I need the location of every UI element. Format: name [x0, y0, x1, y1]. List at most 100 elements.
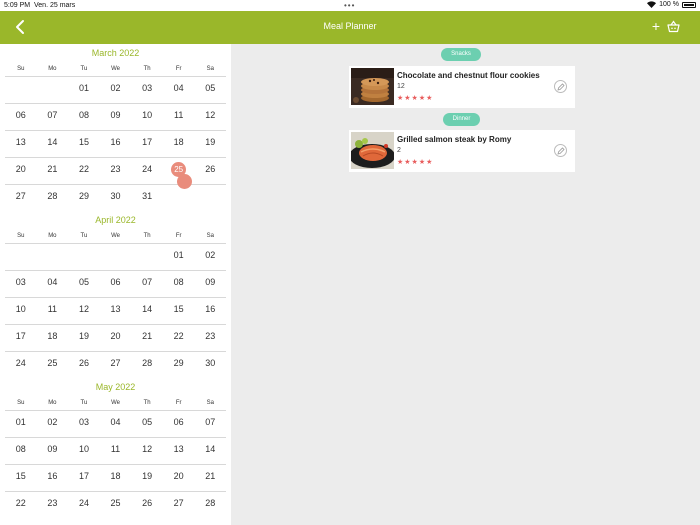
calendar-day[interactable]: 03: [5, 271, 37, 297]
calendar-day[interactable]: 05: [68, 271, 100, 297]
calendar-day[interactable]: 24: [5, 352, 37, 378]
month-title: March 2022: [91, 48, 140, 58]
calendar-day[interactable]: 09: [100, 104, 132, 130]
calendar-day[interactable]: 27: [5, 185, 37, 211]
calendar-day[interactable]: 07: [194, 411, 226, 437]
shopping-basket-icon[interactable]: [667, 20, 680, 33]
calendar-day[interactable]: 03: [131, 77, 163, 103]
calendar-day[interactable]: 28: [131, 352, 163, 378]
calendar-day[interactable]: 26: [68, 352, 100, 378]
calendar-day[interactable]: 04: [37, 271, 69, 297]
calendar-day[interactable]: 12: [131, 438, 163, 464]
edit-pencil-icon[interactable]: [554, 144, 567, 157]
multitasking-dots-icon[interactable]: •••: [344, 1, 355, 10]
calendar-day[interactable]: 20: [100, 325, 132, 351]
calendar-day[interactable]: 14: [194, 438, 226, 464]
calendar-day[interactable]: 29: [68, 185, 100, 211]
calendar-day[interactable]: 11: [100, 438, 132, 464]
calendar-day[interactable]: 17: [131, 131, 163, 157]
calendar-day[interactable]: 14: [131, 298, 163, 324]
calendar-day[interactable]: 04: [100, 411, 132, 437]
calendar-day[interactable]: 30: [100, 185, 132, 211]
calendar-day-selected[interactable]: 25: [163, 158, 195, 189]
calendar-day[interactable]: 08: [163, 271, 195, 297]
edit-pencil-icon[interactable]: [554, 80, 567, 93]
add-plus-icon[interactable]: +: [650, 19, 662, 33]
calendar-month: March 2022 Su Mo Tu We Th Fr Sa 01 02 03 04 05 06 07 08…: [0, 44, 231, 211]
calendar-day[interactable]: 16: [100, 131, 132, 157]
calendar-day[interactable]: 26: [131, 492, 163, 518]
meal-card[interactable]: Grilled salmon steak by Romy 2 ★★★★★: [349, 130, 575, 172]
calendar-day[interactable]: 15: [5, 465, 37, 491]
calendar-day[interactable]: 23: [37, 492, 69, 518]
calendar-day[interactable]: 06: [100, 271, 132, 297]
calendar-day[interactable]: 18: [163, 131, 195, 157]
calendar-day[interactable]: 06: [163, 411, 195, 437]
calendar-day[interactable]: 16: [37, 465, 69, 491]
calendar-day[interactable]: 19: [68, 325, 100, 351]
calendar-day[interactable]: 24: [131, 158, 163, 184]
calendar-day[interactable]: 27: [163, 492, 195, 518]
calendar-week: 01 02: [5, 243, 226, 270]
calendar-day[interactable]: 31: [131, 185, 163, 211]
calendar-day[interactable]: 19: [131, 465, 163, 491]
calendar-day[interactable]: 01: [5, 411, 37, 437]
calendar-day[interactable]: 28: [37, 185, 69, 211]
calendar-day[interactable]: 21: [194, 465, 226, 491]
calendar-day[interactable]: 13: [100, 298, 132, 324]
meal-card[interactable]: Chocolate and chestnut flour cookies 12 …: [349, 66, 575, 108]
calendar-day[interactable]: 13: [163, 438, 195, 464]
calendar-day[interactable]: 25: [37, 352, 69, 378]
calendar-day[interactable]: 18: [37, 325, 69, 351]
calendar-day[interactable]: 29: [163, 352, 195, 378]
calendar-day[interactable]: 05: [194, 77, 226, 103]
calendar-day[interactable]: 11: [37, 298, 69, 324]
calendar-day[interactable]: 01: [163, 244, 195, 270]
calendar-panel[interactable]: March 2022 Su Mo Tu We Th Fr Sa 01 02 03 04 05 06 07 08…: [0, 44, 231, 525]
calendar-day[interactable]: 22: [5, 492, 37, 518]
calendar-day[interactable]: 20: [5, 158, 37, 184]
calendar-day[interactable]: 09: [194, 271, 226, 297]
calendar-day[interactable]: 04: [163, 77, 195, 103]
calendar-day[interactable]: 10: [5, 298, 37, 324]
calendar-day[interactable]: 28: [194, 492, 226, 518]
calendar-day[interactable]: 20: [163, 465, 195, 491]
calendar-day[interactable]: 02: [37, 411, 69, 437]
calendar-day[interactable]: 18: [100, 465, 132, 491]
calendar-day[interactable]: 22: [163, 325, 195, 351]
calendar-day[interactable]: 30: [194, 352, 226, 378]
calendar-day[interactable]: 27: [100, 352, 132, 378]
calendar-day[interactable]: 26: [194, 158, 226, 184]
calendar-day[interactable]: 14: [37, 131, 69, 157]
calendar-day[interactable]: 17: [5, 325, 37, 351]
calendar-day[interactable]: 06: [5, 104, 37, 130]
calendar-day[interactable]: 02: [100, 77, 132, 103]
calendar-day[interactable]: 10: [68, 438, 100, 464]
calendar-day[interactable]: 22: [68, 158, 100, 184]
calendar-day[interactable]: 09: [37, 438, 69, 464]
calendar-day[interactable]: 19: [194, 131, 226, 157]
calendar-day[interactable]: 17: [68, 465, 100, 491]
calendar-day[interactable]: 11: [163, 104, 195, 130]
calendar-day[interactable]: 13: [5, 131, 37, 157]
calendar-day[interactable]: 23: [194, 325, 226, 351]
calendar-day[interactable]: 07: [131, 271, 163, 297]
calendar-day[interactable]: 23: [100, 158, 132, 184]
calendar-day[interactable]: 08: [68, 104, 100, 130]
calendar-day[interactable]: 16: [194, 298, 226, 324]
calendar-day[interactable]: 15: [163, 298, 195, 324]
calendar-day[interactable]: 08: [5, 438, 37, 464]
calendar-day[interactable]: 07: [37, 104, 69, 130]
calendar-day[interactable]: 15: [68, 131, 100, 157]
calendar-day[interactable]: 05: [131, 411, 163, 437]
calendar-day[interactable]: 12: [194, 104, 226, 130]
calendar-day[interactable]: 10: [131, 104, 163, 130]
calendar-day[interactable]: 21: [37, 158, 69, 184]
calendar-day[interactable]: 12: [68, 298, 100, 324]
calendar-day[interactable]: 02: [194, 244, 226, 270]
calendar-day[interactable]: 24: [68, 492, 100, 518]
calendar-day[interactable]: 21: [131, 325, 163, 351]
calendar-day[interactable]: 01: [68, 77, 100, 103]
calendar-day[interactable]: 03: [68, 411, 100, 437]
calendar-day[interactable]: 25: [100, 492, 132, 518]
